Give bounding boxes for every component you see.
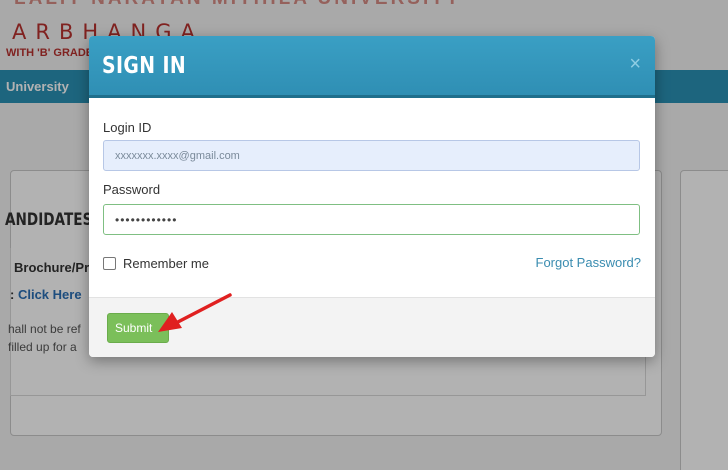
close-icon[interactable]: × — [629, 54, 641, 74]
modal-footer: Submit — [89, 297, 655, 357]
remember-me-checkbox[interactable] — [103, 257, 116, 270]
modal-title: SIGN IN — [102, 53, 187, 79]
remember-me-label: Remember me — [123, 256, 209, 271]
login-id-label: Login ID — [103, 120, 152, 135]
sign-in-modal: SIGN IN × Login ID Password Remember me … — [89, 36, 655, 357]
modal-header: SIGN IN × — [89, 36, 655, 98]
login-id-input[interactable] — [103, 140, 640, 171]
submit-button[interactable]: Submit — [107, 313, 169, 343]
forgot-password-link[interactable]: Forgot Password? — [536, 255, 642, 270]
remember-me-row[interactable]: Remember me — [103, 256, 209, 271]
password-input[interactable] — [103, 204, 640, 235]
password-label: Password — [103, 182, 161, 197]
